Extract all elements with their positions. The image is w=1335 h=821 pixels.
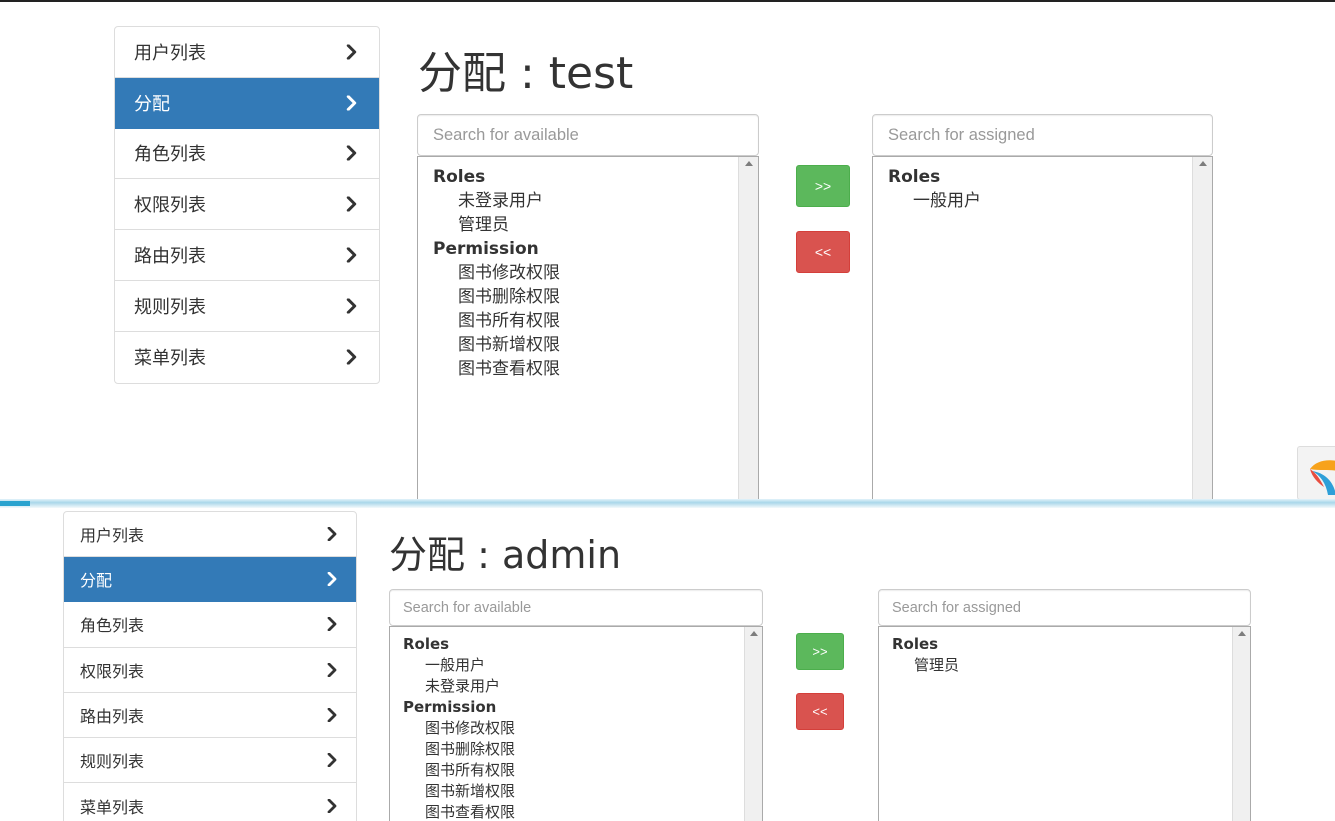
- chevron-right-icon: [327, 572, 337, 587]
- assigned-listbox[interactable]: Roles 管理员: [878, 626, 1251, 821]
- sidebar-menu-item[interactable]: 菜单列表: [64, 783, 356, 821]
- sidebar-menu-item-label: 角色列表: [80, 616, 145, 636]
- sidebar-menu-item-label: 角色列表: [134, 144, 206, 166]
- optgroup-label: Roles: [433, 167, 486, 187]
- list-option[interactable]: 图书删除权限: [403, 739, 762, 760]
- listbox-scrollbar[interactable]: [1192, 157, 1212, 499]
- list-option[interactable]: 管理员: [433, 213, 758, 237]
- sidebar-menu-item[interactable]: 权限列表: [64, 648, 356, 693]
- bottom-assignment-panel: 用户列表分配角色列表权限列表路由列表规则列表菜单列表 分配 : admin Ro…: [0, 508, 1335, 821]
- chevron-right-icon: [327, 617, 337, 632]
- remove-button[interactable]: <<: [796, 693, 844, 730]
- list-option[interactable]: 一般用户: [403, 655, 762, 676]
- scroll-up-arrow-icon[interactable]: [744, 161, 753, 166]
- sidebar-menu-item-label: 用户列表: [134, 42, 206, 64]
- assigned-listbox[interactable]: Roles 一般用户: [872, 156, 1213, 499]
- sidebar-menu-item[interactable]: 规则列表: [115, 281, 379, 332]
- yii-logo-icon[interactable]: [1297, 446, 1335, 499]
- remove-button[interactable]: <<: [796, 231, 850, 273]
- assigned-search-input[interactable]: [872, 114, 1213, 156]
- sidebar-menu: 用户列表分配角色列表权限列表路由列表规则列表菜单列表: [114, 26, 380, 384]
- chevron-right-icon: [327, 753, 337, 768]
- list-option[interactable]: 图书修改权限: [433, 261, 758, 285]
- available-listbox[interactable]: Roles 一般用户 未登录用户 Permission 图书修改权限 图书删除权限 图书所有…: [389, 626, 763, 821]
- sidebar-menu-item[interactable]: 用户列表: [115, 27, 379, 78]
- chevron-right-icon: [327, 527, 337, 542]
- scroll-up-arrow-icon[interactable]: [1198, 161, 1207, 166]
- list-option[interactable]: 图书所有权限: [433, 309, 758, 333]
- chevron-right-icon: [346, 196, 357, 212]
- list-option[interactable]: 图书查看权限: [403, 802, 762, 821]
- listbox-scrollbar[interactable]: [744, 627, 762, 821]
- assign-button[interactable]: >>: [796, 633, 844, 670]
- chevron-right-icon: [346, 44, 357, 60]
- optgroup-label: Roles: [888, 167, 941, 187]
- sidebar-menu-item-label: 菜单列表: [80, 797, 145, 817]
- optgroup-label: Roles: [892, 635, 939, 653]
- assigned-search-input[interactable]: [878, 589, 1251, 626]
- chevron-right-icon: [346, 95, 357, 111]
- list-option[interactable]: 图书修改权限: [403, 718, 762, 739]
- sidebar-menu-item-label: 用户列表: [80, 526, 145, 546]
- sidebar-menu-item-label: 分配: [80, 571, 113, 591]
- top-assignment-panel: 用户列表分配角色列表权限列表路由列表规则列表菜单列表 分配 : test Rol…: [0, 0, 1335, 499]
- list-option[interactable]: 未登录用户: [403, 676, 762, 697]
- sidebar-menu-item-label: 权限列表: [134, 195, 206, 217]
- list-option[interactable]: 图书所有权限: [403, 760, 762, 781]
- listbox-scrollbar[interactable]: [1232, 627, 1250, 821]
- chevron-right-icon: [346, 349, 357, 365]
- chevron-right-icon: [346, 298, 357, 314]
- chevron-right-icon: [327, 798, 337, 813]
- sidebar-menu-item-label: 菜单列表: [134, 348, 206, 370]
- optgroup-label: Roles: [403, 635, 450, 653]
- list-option[interactable]: 图书新增权限: [403, 781, 762, 802]
- listbox-scrollbar[interactable]: [738, 157, 758, 499]
- available-listbox[interactable]: Roles 未登录用户 管理员 Permission 图书修改权限 图书删除权限 图书所有权…: [417, 156, 759, 499]
- list-option[interactable]: 管理员: [892, 655, 1250, 676]
- sidebar-menu-item[interactable]: 权限列表: [115, 179, 379, 231]
- sidebar-menu-item-label: 分配: [134, 93, 170, 115]
- sidebar-menu-item[interactable]: 路由列表: [115, 230, 379, 281]
- sidebar-menu-item-label: 规则列表: [80, 752, 145, 772]
- sidebar-menu-item[interactable]: 规则列表: [64, 738, 356, 784]
- sidebar-menu-item[interactable]: 分配: [64, 557, 356, 603]
- optgroup-label: Permission: [433, 239, 539, 259]
- chevron-right-icon: [327, 662, 337, 677]
- list-option[interactable]: 图书查看权限: [433, 357, 758, 381]
- sidebar-menu-item-label: 规则列表: [134, 296, 206, 318]
- assign-button[interactable]: >>: [796, 165, 850, 207]
- sidebar-menu-item-label: 路由列表: [134, 246, 206, 268]
- scroll-up-arrow-icon[interactable]: [1237, 631, 1246, 636]
- sidebar-menu-item-label: 权限列表: [80, 661, 145, 681]
- sidebar-menu-item-label: 路由列表: [80, 706, 145, 726]
- sidebar-menu: 用户列表分配角色列表权限列表路由列表规则列表菜单列表: [63, 511, 357, 821]
- sidebar-menu-item[interactable]: 分配: [115, 77, 379, 129]
- chevron-right-icon: [327, 707, 337, 722]
- list-option[interactable]: 图书删除权限: [433, 285, 758, 309]
- chevron-right-icon: [346, 247, 357, 263]
- list-option[interactable]: 图书新增权限: [433, 333, 758, 357]
- optgroup-label: Permission: [403, 698, 497, 716]
- sidebar-menu-item[interactable]: 路由列表: [64, 693, 356, 738]
- page-title: 分配 : test: [418, 48, 634, 99]
- list-option[interactable]: 未登录用户: [433, 189, 758, 213]
- sidebar-menu-item[interactable]: 角色列表: [64, 602, 356, 648]
- page-title: 分配 : admin: [389, 533, 622, 577]
- sidebar-menu-item[interactable]: 角色列表: [115, 129, 379, 180]
- available-search-input[interactable]: [417, 114, 759, 156]
- available-search-input[interactable]: [389, 589, 763, 626]
- screenshot-divider: [0, 499, 1335, 508]
- chevron-right-icon: [346, 145, 357, 161]
- sidebar-menu-item[interactable]: 用户列表: [64, 512, 356, 558]
- sidebar-menu-item[interactable]: 菜单列表: [115, 332, 379, 383]
- scroll-up-arrow-icon[interactable]: [749, 631, 758, 636]
- list-option[interactable]: 一般用户: [888, 189, 1212, 213]
